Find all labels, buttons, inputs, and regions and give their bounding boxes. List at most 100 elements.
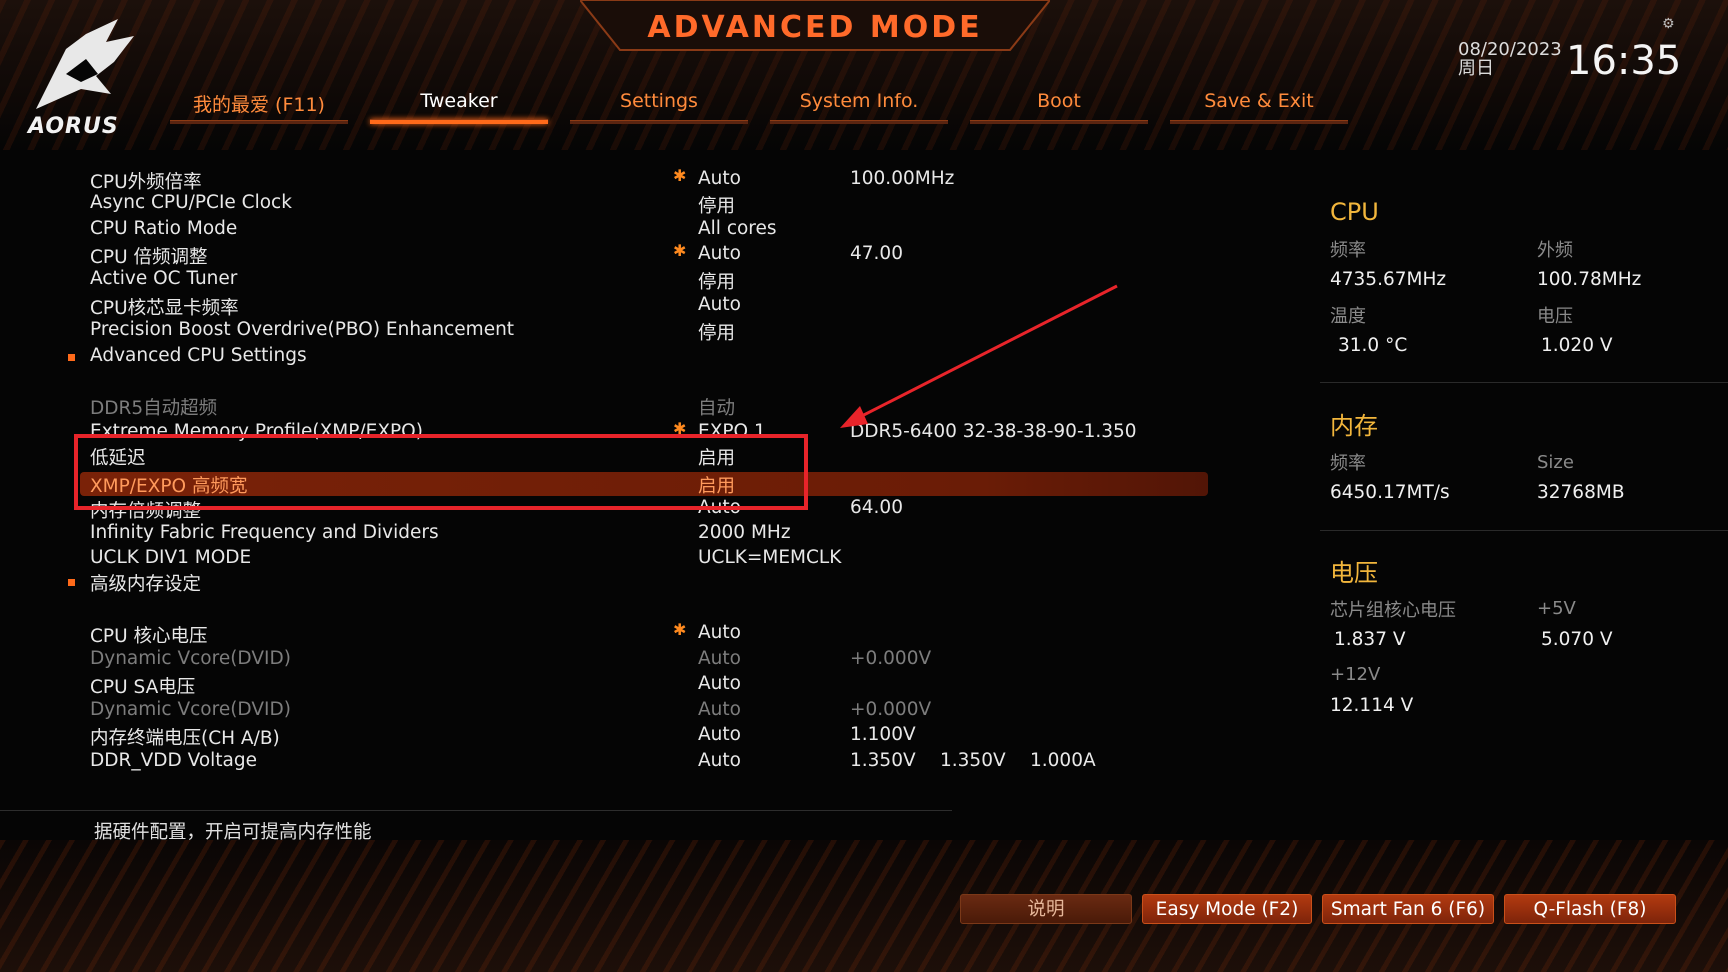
mem-freq-value: 6450.17MT/s <box>1330 482 1450 503</box>
modified-star-icon: ✱ <box>673 166 687 185</box>
panel-voltage-title: 电压 <box>1330 559 1378 587</box>
setting-value: 自动 <box>698 398 736 419</box>
submenu-label: 高级内存设定 <box>90 574 202 595</box>
cpu-volt-value: 1.020 V <box>1541 335 1613 356</box>
clock: 16:35 <box>1566 38 1682 84</box>
panel-cpu-title: CPU <box>1330 198 1379 226</box>
v12-value: 12.114 V <box>1330 695 1414 716</box>
setting-readout: 1.350V <box>940 750 1006 771</box>
qflash-button[interactable]: Q-Flash (F8) <box>1504 894 1676 924</box>
setting-label: CPU 核心电压 <box>90 626 208 647</box>
submenu-bullet-icon <box>68 354 75 361</box>
settings-gear-icon[interactable]: ⚙ <box>1662 16 1675 32</box>
setting-value: Auto <box>698 699 741 720</box>
setting-value[interactable]: Auto <box>698 243 741 264</box>
modified-star-icon: ✱ <box>673 241 687 260</box>
tab-boot[interactable]: Boot <box>970 88 1148 124</box>
setting-label: 内存终端电压(CH A/B) <box>90 728 280 749</box>
setting-row-ddr-vdd[interactable]: DDR_VDD Voltage Auto 1.350V 1.350V 1.000… <box>0 750 1240 774</box>
setting-label: Infinity Fabric Frequency and Dividers <box>90 522 439 543</box>
setting-row-dvid-2: Dynamic Vcore(DVID) Auto +0.000V <box>0 699 1240 723</box>
setting-row-infinity-fabric[interactable]: Infinity Fabric Frequency and Dividers 2… <box>0 522 1240 546</box>
setting-value[interactable]: Auto <box>698 724 741 745</box>
chipset-volt-value: 1.837 V <box>1334 629 1406 650</box>
date-display: 08/20/2023 周日 <box>1458 40 1562 78</box>
cpu-temp-label: 温度 <box>1330 306 1366 327</box>
setting-value[interactable]: 停用 <box>698 319 735 345</box>
setting-label: CPU核芯显卡频率 <box>90 298 239 319</box>
setting-label: Precision Boost Overdrive(PBO) Enhanceme… <box>90 319 515 340</box>
setting-row-cpu-base-clock[interactable]: CPU外频倍率 ✱ Auto 100.00MHz <box>0 166 1240 193</box>
tab-system-info[interactable]: System Info. <box>770 88 948 124</box>
submenu-label: Advanced CPU Settings <box>90 345 307 366</box>
setting-value[interactable]: 停用 <box>698 192 735 218</box>
setting-row-dram-termination[interactable]: 内存终端电压(CH A/B) Auto 1.100V <box>0 724 1240 749</box>
setting-label: UCLK DIV1 MODE <box>90 547 252 568</box>
modified-star-icon: ✱ <box>673 620 687 639</box>
setting-value[interactable]: Auto <box>698 673 741 694</box>
smart-fan-button[interactable]: Smart Fan 6 (F6) <box>1322 894 1494 924</box>
setting-row-uclk[interactable]: UCLK DIV1 MODE UCLK=MEMCLK <box>0 547 1240 571</box>
setting-label: CPU Ratio Mode <box>90 218 238 239</box>
setting-row-cpu-ratio[interactable]: CPU 倍频调整 ✱ Auto 47.00 <box>0 241 1240 268</box>
easy-mode-button[interactable]: Easy Mode (F2) <box>1142 894 1312 924</box>
setting-label: DDR_VDD Voltage <box>90 750 258 771</box>
submenu-advanced-memory[interactable]: 高级内存设定 <box>0 570 1240 595</box>
cpu-bclk-value: 100.78MHz <box>1537 269 1642 290</box>
panel-divider <box>1320 530 1728 531</box>
tab-settings[interactable]: Settings <box>570 88 748 124</box>
cpu-bclk-label: 外频 <box>1537 240 1573 261</box>
setting-label: DDR5自动超频 <box>90 398 218 419</box>
v5-value: 5.070 V <box>1541 629 1613 650</box>
setting-row-dvid-1: Dynamic Vcore(DVID) Auto +0.000V <box>0 648 1240 672</box>
setting-label: Dynamic Vcore(DVID) <box>90 648 291 669</box>
setting-value[interactable]: Auto <box>698 168 741 189</box>
setting-value[interactable]: 停用 <box>698 268 735 294</box>
setting-label: Active OC Tuner <box>90 268 238 289</box>
setting-label: CPU 倍频调整 <box>90 247 208 268</box>
setting-value[interactable]: UCLK=MEMCLK <box>698 547 841 568</box>
annotation-red-box <box>74 434 808 510</box>
tab-favorites[interactable]: 我的最爱 (F11) <box>170 88 348 124</box>
setting-readout: 64.00 <box>850 497 903 518</box>
date-text: 08/20/2023 <box>1458 39 1562 60</box>
setting-readout: 100.00MHz <box>850 168 955 189</box>
tab-tweaker[interactable]: Tweaker <box>370 88 548 124</box>
setting-readout: +0.000V <box>850 648 932 669</box>
cpu-volt-label: 电压 <box>1537 306 1573 327</box>
setting-value[interactable]: All cores <box>698 218 777 239</box>
help-button[interactable]: 说明 <box>960 894 1132 924</box>
setting-label: CPU外频倍率 <box>90 172 202 193</box>
setting-readout: 1.100V <box>850 724 916 745</box>
tab-save-exit[interactable]: Save & Exit <box>1170 88 1348 124</box>
weekday-text: 周日 <box>1458 58 1494 79</box>
setting-row-sa-voltage[interactable]: CPU SA电压 Auto <box>0 673 1240 698</box>
setting-row-async-clock[interactable]: Async CPU/PCIe Clock 停用 <box>0 192 1240 218</box>
setting-value[interactable]: Auto <box>698 750 741 771</box>
cpu-temp-value: 31.0 °C <box>1338 335 1408 356</box>
setting-value[interactable]: Auto <box>698 294 741 315</box>
setting-label: CPU SA电压 <box>90 677 196 698</box>
setting-row-ratio-mode[interactable]: CPU Ratio Mode All cores <box>0 218 1240 242</box>
v5-label: +5V <box>1537 598 1576 619</box>
setting-value[interactable]: Auto <box>698 622 741 643</box>
mem-size-value: 32768MB <box>1537 482 1625 503</box>
mem-freq-label: 频率 <box>1330 453 1366 474</box>
setting-readout: 1.000A <box>1030 750 1096 771</box>
setting-label: Dynamic Vcore(DVID) <box>90 699 291 720</box>
annotation-arrow-icon <box>840 284 1118 428</box>
logo-text: AORUS <box>28 114 119 139</box>
cpu-freq-label: 频率 <box>1330 240 1366 261</box>
setting-row-vcore[interactable]: CPU 核心电压 ✱ Auto <box>0 620 1240 647</box>
submenu-bullet-icon <box>68 579 75 586</box>
panel-memory-title: 内存 <box>1330 412 1378 440</box>
help-divider <box>0 810 952 811</box>
setting-value[interactable]: 2000 MHz <box>698 522 791 543</box>
v12-label: +12V <box>1330 664 1381 685</box>
setting-label: Async CPU/PCIe Clock <box>90 192 292 213</box>
cpu-freq-value: 4735.67MHz <box>1330 269 1447 290</box>
chipset-volt-label: 芯片组核心电压 <box>1330 600 1456 621</box>
page-title: ADVANCED MODE <box>647 10 983 45</box>
setting-readout: 1.350V <box>850 750 916 771</box>
help-description: 据硬件配置，开启可提高内存性能 <box>94 822 372 843</box>
